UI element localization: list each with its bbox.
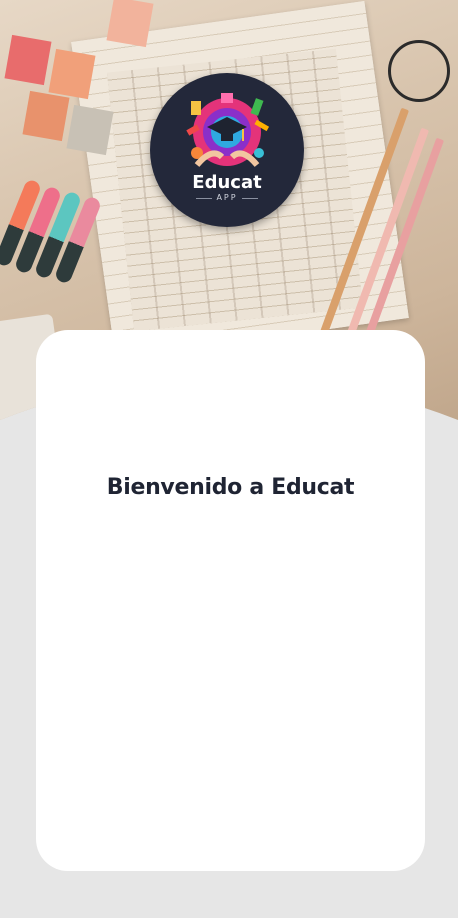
sticky-note <box>4 35 51 85</box>
glasses <box>388 40 450 102</box>
logo-subtitle: APP <box>216 193 238 202</box>
sticky-note <box>66 105 113 155</box>
welcome-title: Bienvenido a Educat <box>106 475 355 500</box>
sticky-note <box>48 49 95 99</box>
graduation-cap-icon <box>177 87 277 177</box>
sticky-note <box>22 91 69 141</box>
divider <box>196 198 212 199</box>
logo-title: Educat <box>192 172 262 193</box>
divider <box>242 198 258 199</box>
app-logo: Educat APP <box>150 73 304 227</box>
welcome-card: Bienvenido a Educat <box>36 330 425 871</box>
logo-subtitle-row: APP <box>196 193 257 203</box>
sticky-note <box>106 0 153 47</box>
